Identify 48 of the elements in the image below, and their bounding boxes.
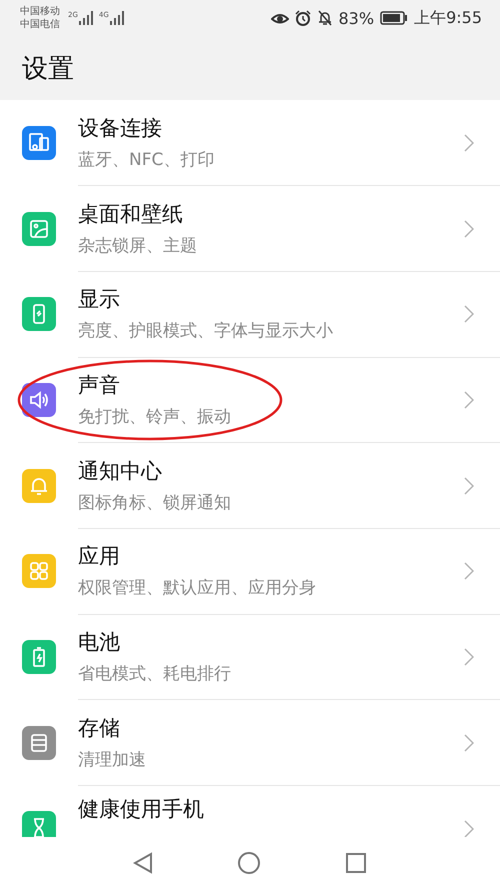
signal-icon	[110, 11, 124, 25]
item-title: 声音	[78, 372, 121, 399]
item-subtitle: 图标角标、锁屏通知	[78, 492, 232, 514]
chevron-icon	[464, 648, 474, 666]
item-title: 设备连接	[78, 114, 163, 142]
item-subtitle: 亮度、护眼模式、字体与显示大小	[78, 320, 334, 342]
chevron-icon	[464, 820, 474, 837]
item-subtitle: 省电模式、耗电排行	[78, 662, 232, 685]
item-title: 电池	[78, 628, 121, 656]
item-title: 桌面和壁纸	[78, 200, 184, 228]
settings-item[interactable]: 应用 权限管理、默认应用、应用分身	[0, 528, 500, 614]
item-subtitle: 权限管理、默认应用、应用分身	[78, 577, 317, 600]
signal-icon	[78, 11, 93, 25]
settings-item[interactable]: 电池 省电模式、耗电排行	[0, 614, 500, 700]
chevron-icon	[464, 562, 474, 580]
carrier-name: 中国移动	[20, 5, 60, 18]
chevron-icon	[464, 391, 474, 410]
home-icon[interactable]	[237, 851, 261, 875]
settings-item[interactable]: 桌面和壁纸 杂志锁屏、主题	[0, 186, 500, 272]
item-subtitle: 杂志锁屏、主题	[78, 234, 198, 257]
settings-item[interactable]: 声音 免打扰、铃声、振动	[0, 357, 500, 443]
bell-off-icon	[316, 10, 332, 26]
battery-percent: 83%	[338, 8, 374, 28]
chevron-icon	[464, 305, 474, 324]
carrier-name: 中国电信	[20, 18, 60, 31]
item-subtitle: 蓝牙、NFC、打印	[78, 148, 216, 171]
alarm-icon	[294, 10, 310, 26]
item-title: 健康使用手机	[78, 796, 205, 822]
chevron-icon	[464, 220, 474, 238]
item-subtitle: 免打扰、铃声、振动	[78, 406, 232, 428]
item-title: 通知中心	[78, 458, 163, 485]
clock-time: 上午9:55	[414, 8, 482, 28]
settings-item[interactable]: 设备连接 蓝牙、NFC、打印	[0, 100, 500, 186]
chevron-icon	[464, 734, 474, 752]
settings-item[interactable]: 存储 清理加速	[0, 700, 500, 786]
settings-item[interactable]: 显示 亮度、护眼模式、字体与显示大小	[0, 271, 500, 358]
item-title: 应用	[78, 543, 121, 570]
settings-item[interactable]: 通知中心 图标角标、锁屏通知	[0, 442, 500, 528]
recents-icon[interactable]	[345, 852, 367, 874]
item-subtitle: 清理加速	[78, 748, 147, 771]
eye-icon	[270, 11, 288, 25]
item-title: 显示	[78, 286, 121, 314]
page-title: 设置	[22, 52, 74, 86]
back-icon[interactable]	[133, 852, 153, 874]
battery-icon	[380, 11, 408, 25]
chevron-icon	[464, 134, 474, 152]
item-title: 存储	[78, 714, 121, 742]
chevron-icon	[464, 476, 474, 495]
